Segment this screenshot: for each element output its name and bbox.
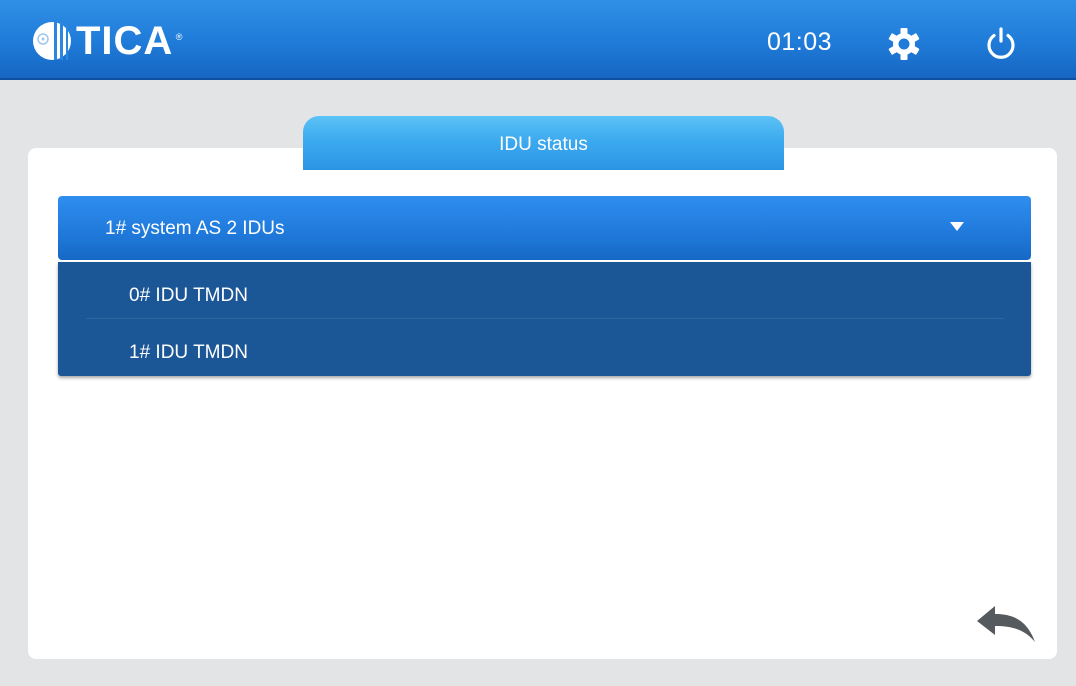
logo-text: TICA [76, 19, 174, 63]
registered-mark: ® [175, 32, 184, 42]
system-select-value: 1# system AS 2 IDUs [105, 218, 285, 239]
dropdown-option[interactable]: 1# IDU TMDN [58, 319, 1031, 376]
clock-time: 01:03 [767, 28, 833, 56]
back-arrow-icon[interactable] [975, 602, 1037, 644]
caret-down-icon [950, 222, 964, 231]
settings-gear-icon[interactable] [886, 26, 922, 62]
dropdown-option[interactable]: 0# IDU TMDN [58, 262, 1031, 319]
logo-wordmark: TICA ® [76, 19, 182, 63]
system-select[interactable]: 1# system AS 2 IDUs [58, 196, 1031, 260]
dropdown-option-label: 0# IDU TMDN [129, 285, 248, 306]
power-icon[interactable] [983, 26, 1019, 62]
header-bar: TICA ® 01:03 [0, 0, 1076, 80]
tab-idu-status[interactable]: IDU status [303, 116, 784, 170]
tica-logo-mark-icon [33, 22, 71, 60]
tica-logo: TICA ® [32, 19, 182, 63]
dropdown-option-label: 1# IDU TMDN [129, 342, 248, 363]
system-dropdown-list: 0# IDU TMDN 1# IDU TMDN [58, 262, 1031, 376]
